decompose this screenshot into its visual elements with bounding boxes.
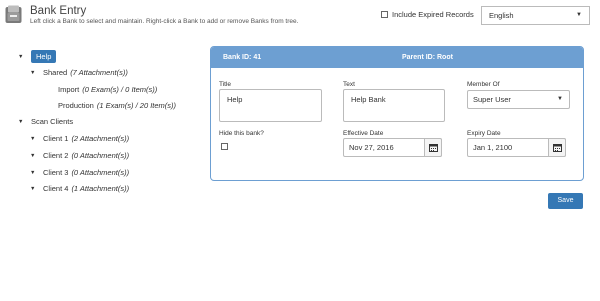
expand-arrow-icon[interactable]: ▼: [18, 119, 24, 125]
tree-node-meta: (0 Attachment(s)): [71, 151, 130, 160]
tree-node-label[interactable]: Shared: [43, 68, 67, 77]
tree-node-import[interactable]: Import (0 Exam(s) / 0 Item(s)): [58, 85, 157, 94]
tree-node-label[interactable]: Client 1: [43, 134, 68, 143]
text-label: Text: [343, 81, 355, 88]
page-title: Bank Entry: [30, 5, 87, 17]
effective-date-value: Nov 27, 2016: [349, 143, 394, 152]
expand-arrow-icon[interactable]: ▼: [18, 54, 24, 60]
tree-node-meta: (2 Attachment(s)): [71, 134, 130, 143]
page-header: Bank Entry Left click a Bank to select a…: [0, 0, 600, 32]
tree-node-client-4[interactable]: ▼ Client 4 (1 Attachment(s)): [30, 184, 129, 193]
tree-node-client-3[interactable]: ▼ Client 3 (0 Attachment(s)): [30, 168, 129, 177]
tree-node-label[interactable]: Client 2: [43, 151, 68, 160]
tree-node-label[interactable]: Scan Clients: [31, 117, 73, 126]
save-button[interactable]: Save: [548, 193, 583, 209]
panel-header: Bank ID: 41 Parent ID: Root: [211, 47, 583, 68]
expiry-date-input[interactable]: Jan 1, 2100: [467, 138, 566, 157]
tree-node-meta: (0 Attachment(s)): [71, 168, 130, 177]
effective-date-label: Effective Date: [343, 130, 384, 137]
calendar-icon[interactable]: [424, 138, 442, 157]
hide-bank-checkbox[interactable]: [221, 143, 228, 150]
tree-node-label[interactable]: Client 3: [43, 168, 68, 177]
expand-arrow-icon[interactable]: ▼: [30, 153, 36, 159]
tree-node-label[interactable]: Import: [58, 85, 79, 94]
bank-icon: [5, 5, 22, 24]
tree-node-shared[interactable]: ▼ Shared (7 Attachment(s)): [30, 68, 128, 77]
bank-id-label: Bank ID: 41: [223, 54, 262, 61]
member-of-value: Super User: [473, 95, 511, 104]
expand-arrow-icon[interactable]: ▼: [30, 136, 36, 142]
tree-node-meta: (0 Exam(s) / 0 Item(s)): [82, 85, 158, 94]
language-select[interactable]: English ▼: [481, 6, 590, 25]
tree-node-label[interactable]: Production: [58, 101, 94, 110]
calendar-icon[interactable]: [548, 138, 566, 157]
title-input[interactable]: Help: [219, 89, 322, 122]
page-subtitle: Left click a Bank to select and maintain…: [30, 18, 299, 25]
expand-arrow-icon[interactable]: ▼: [30, 70, 36, 76]
tree-node-label[interactable]: Help: [31, 50, 57, 63]
hide-bank-label: Hide this bank?: [219, 130, 264, 137]
member-of-label: Member Of: [467, 81, 500, 88]
include-expired-toggle[interactable]: Include Expired Records: [381, 10, 474, 19]
tree-node-scan-clients[interactable]: ▼ Scan Clients: [18, 117, 73, 126]
tree-node-client-2[interactable]: ▼ Client 2 (0 Attachment(s)): [30, 151, 129, 160]
tree-node-meta: (7 Attachment(s)): [70, 68, 128, 77]
expand-arrow-icon[interactable]: ▼: [30, 186, 36, 192]
chevron-down-icon: ▼: [576, 12, 582, 18]
text-input[interactable]: Help Bank: [343, 89, 445, 122]
title-label: Title: [219, 81, 232, 88]
parent-id-label: Parent ID: Root: [402, 54, 453, 61]
effective-date-input[interactable]: Nov 27, 2016: [343, 138, 442, 157]
bank-detail-panel: Bank ID: 41 Parent ID: Root Title Help T…: [210, 46, 584, 181]
language-value: English: [489, 11, 514, 20]
expiry-date-value: Jan 1, 2100: [473, 143, 513, 152]
expiry-date-label: Expiry Date: [467, 130, 501, 137]
tree-node-meta: (1 Exam(s) / 20 Item(s)): [96, 101, 177, 110]
member-of-select[interactable]: Super User ▼: [467, 90, 570, 109]
expand-arrow-icon[interactable]: ▼: [30, 170, 36, 176]
tree-node-help[interactable]: ▼ Help: [18, 50, 57, 63]
tree-node-label[interactable]: Client 4: [43, 184, 68, 193]
tree-node-meta: (1 Attachment(s)): [71, 184, 130, 193]
chevron-down-icon: ▼: [557, 96, 563, 102]
include-expired-label: Include Expired Records: [392, 10, 474, 19]
tree-node-production[interactable]: Production (1 Exam(s) / 20 Item(s)): [58, 101, 176, 110]
tree-node-client-1[interactable]: ▼ Client 1 (2 Attachment(s)): [30, 134, 129, 143]
include-expired-checkbox[interactable]: [381, 11, 388, 18]
